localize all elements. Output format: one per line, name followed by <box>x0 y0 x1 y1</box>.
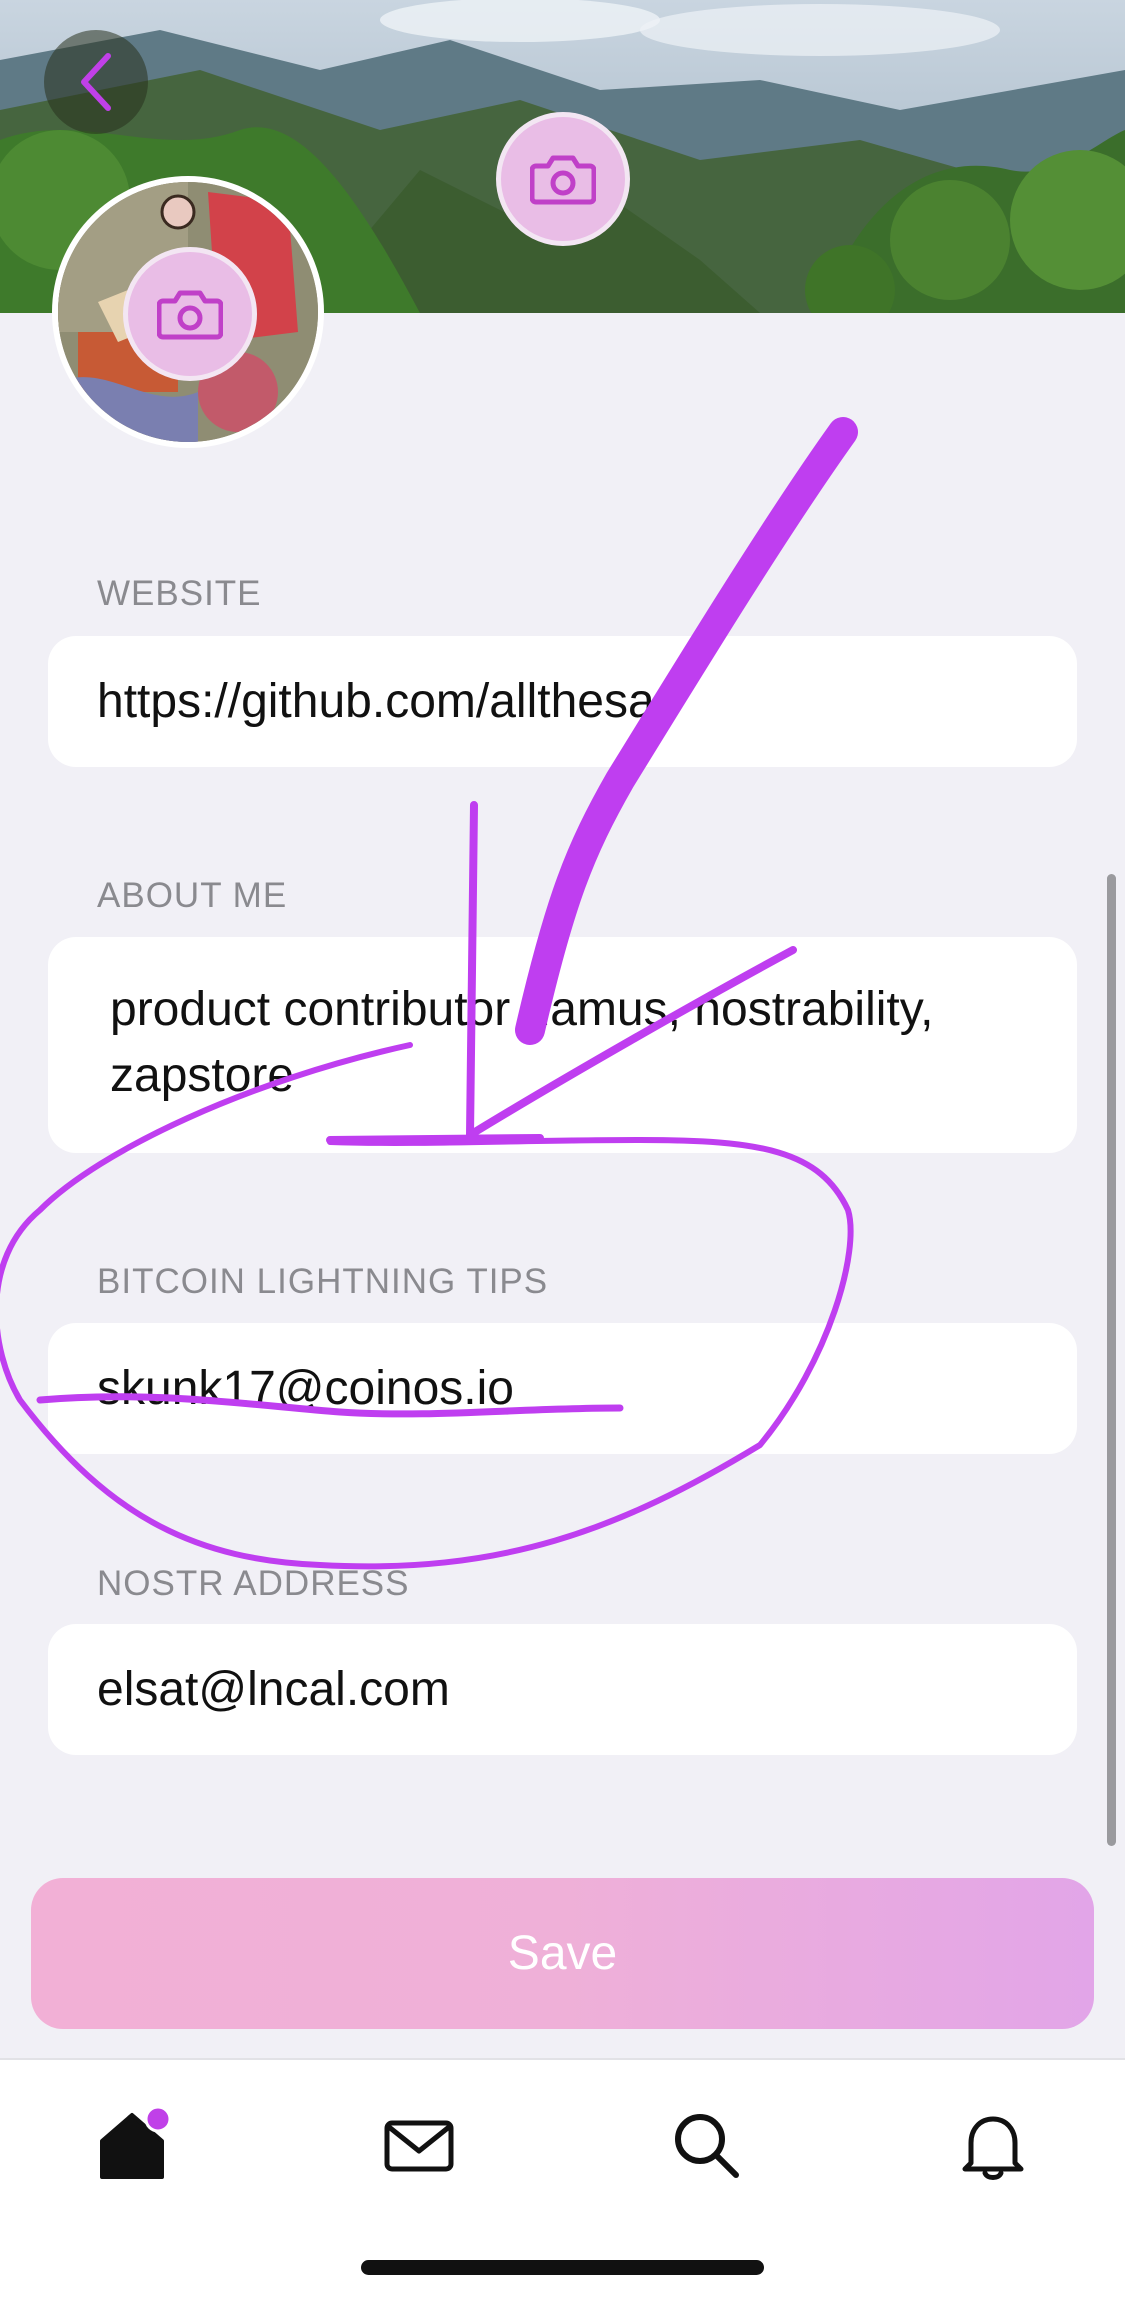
home-badge <box>144 2105 172 2133</box>
save-button[interactable]: Save <box>31 1878 1094 2029</box>
about-me-value: product contributor damus, nostrability,… <box>110 983 934 1102</box>
scrollbar[interactable] <box>1107 874 1116 1846</box>
change-avatar-button[interactable] <box>123 247 257 381</box>
tab-messages[interactable] <box>374 2100 464 2190</box>
tab-home[interactable] <box>87 2100 177 2190</box>
nostr-address-label: NOSTR ADDRESS <box>97 1564 410 1603</box>
tab-search[interactable] <box>661 2100 751 2190</box>
change-banner-button[interactable] <box>496 112 630 246</box>
website-field[interactable]: https://github.com/allthesas <box>48 636 1077 767</box>
mail-icon <box>384 2120 454 2172</box>
about-me-label: ABOUT ME <box>97 876 288 915</box>
camera-icon <box>157 290 223 340</box>
lightning-address-field[interactable]: skunk17@coinos.io <box>48 1323 1077 1454</box>
website-label: WEBSITE <box>97 574 262 613</box>
back-button[interactable] <box>44 30 148 134</box>
website-value: https://github.com/allthesas <box>97 675 679 728</box>
home-indicator <box>361 2260 764 2275</box>
chevron-left-icon <box>81 53 111 111</box>
bell-icon <box>962 2116 1024 2180</box>
tab-notifications[interactable] <box>948 2100 1038 2190</box>
camera-icon <box>530 155 596 205</box>
search-icon <box>675 2114 739 2178</box>
lightning-address-value: skunk17@coinos.io <box>97 1362 514 1415</box>
home-icon <box>100 2105 172 2179</box>
edit-profile-screen: WEBSITE https://github.com/allthesas ABO… <box>0 0 1125 2300</box>
lightning-tips-label: BITCOIN LIGHTNING TIPS <box>97 1262 549 1301</box>
nostr-address-field[interactable]: elsat@lncal.com <box>48 1624 1077 1755</box>
about-me-field[interactable]: product contributor damus, nostrability,… <box>48 937 1077 1153</box>
nostr-address-value: elsat@lncal.com <box>97 1663 450 1716</box>
